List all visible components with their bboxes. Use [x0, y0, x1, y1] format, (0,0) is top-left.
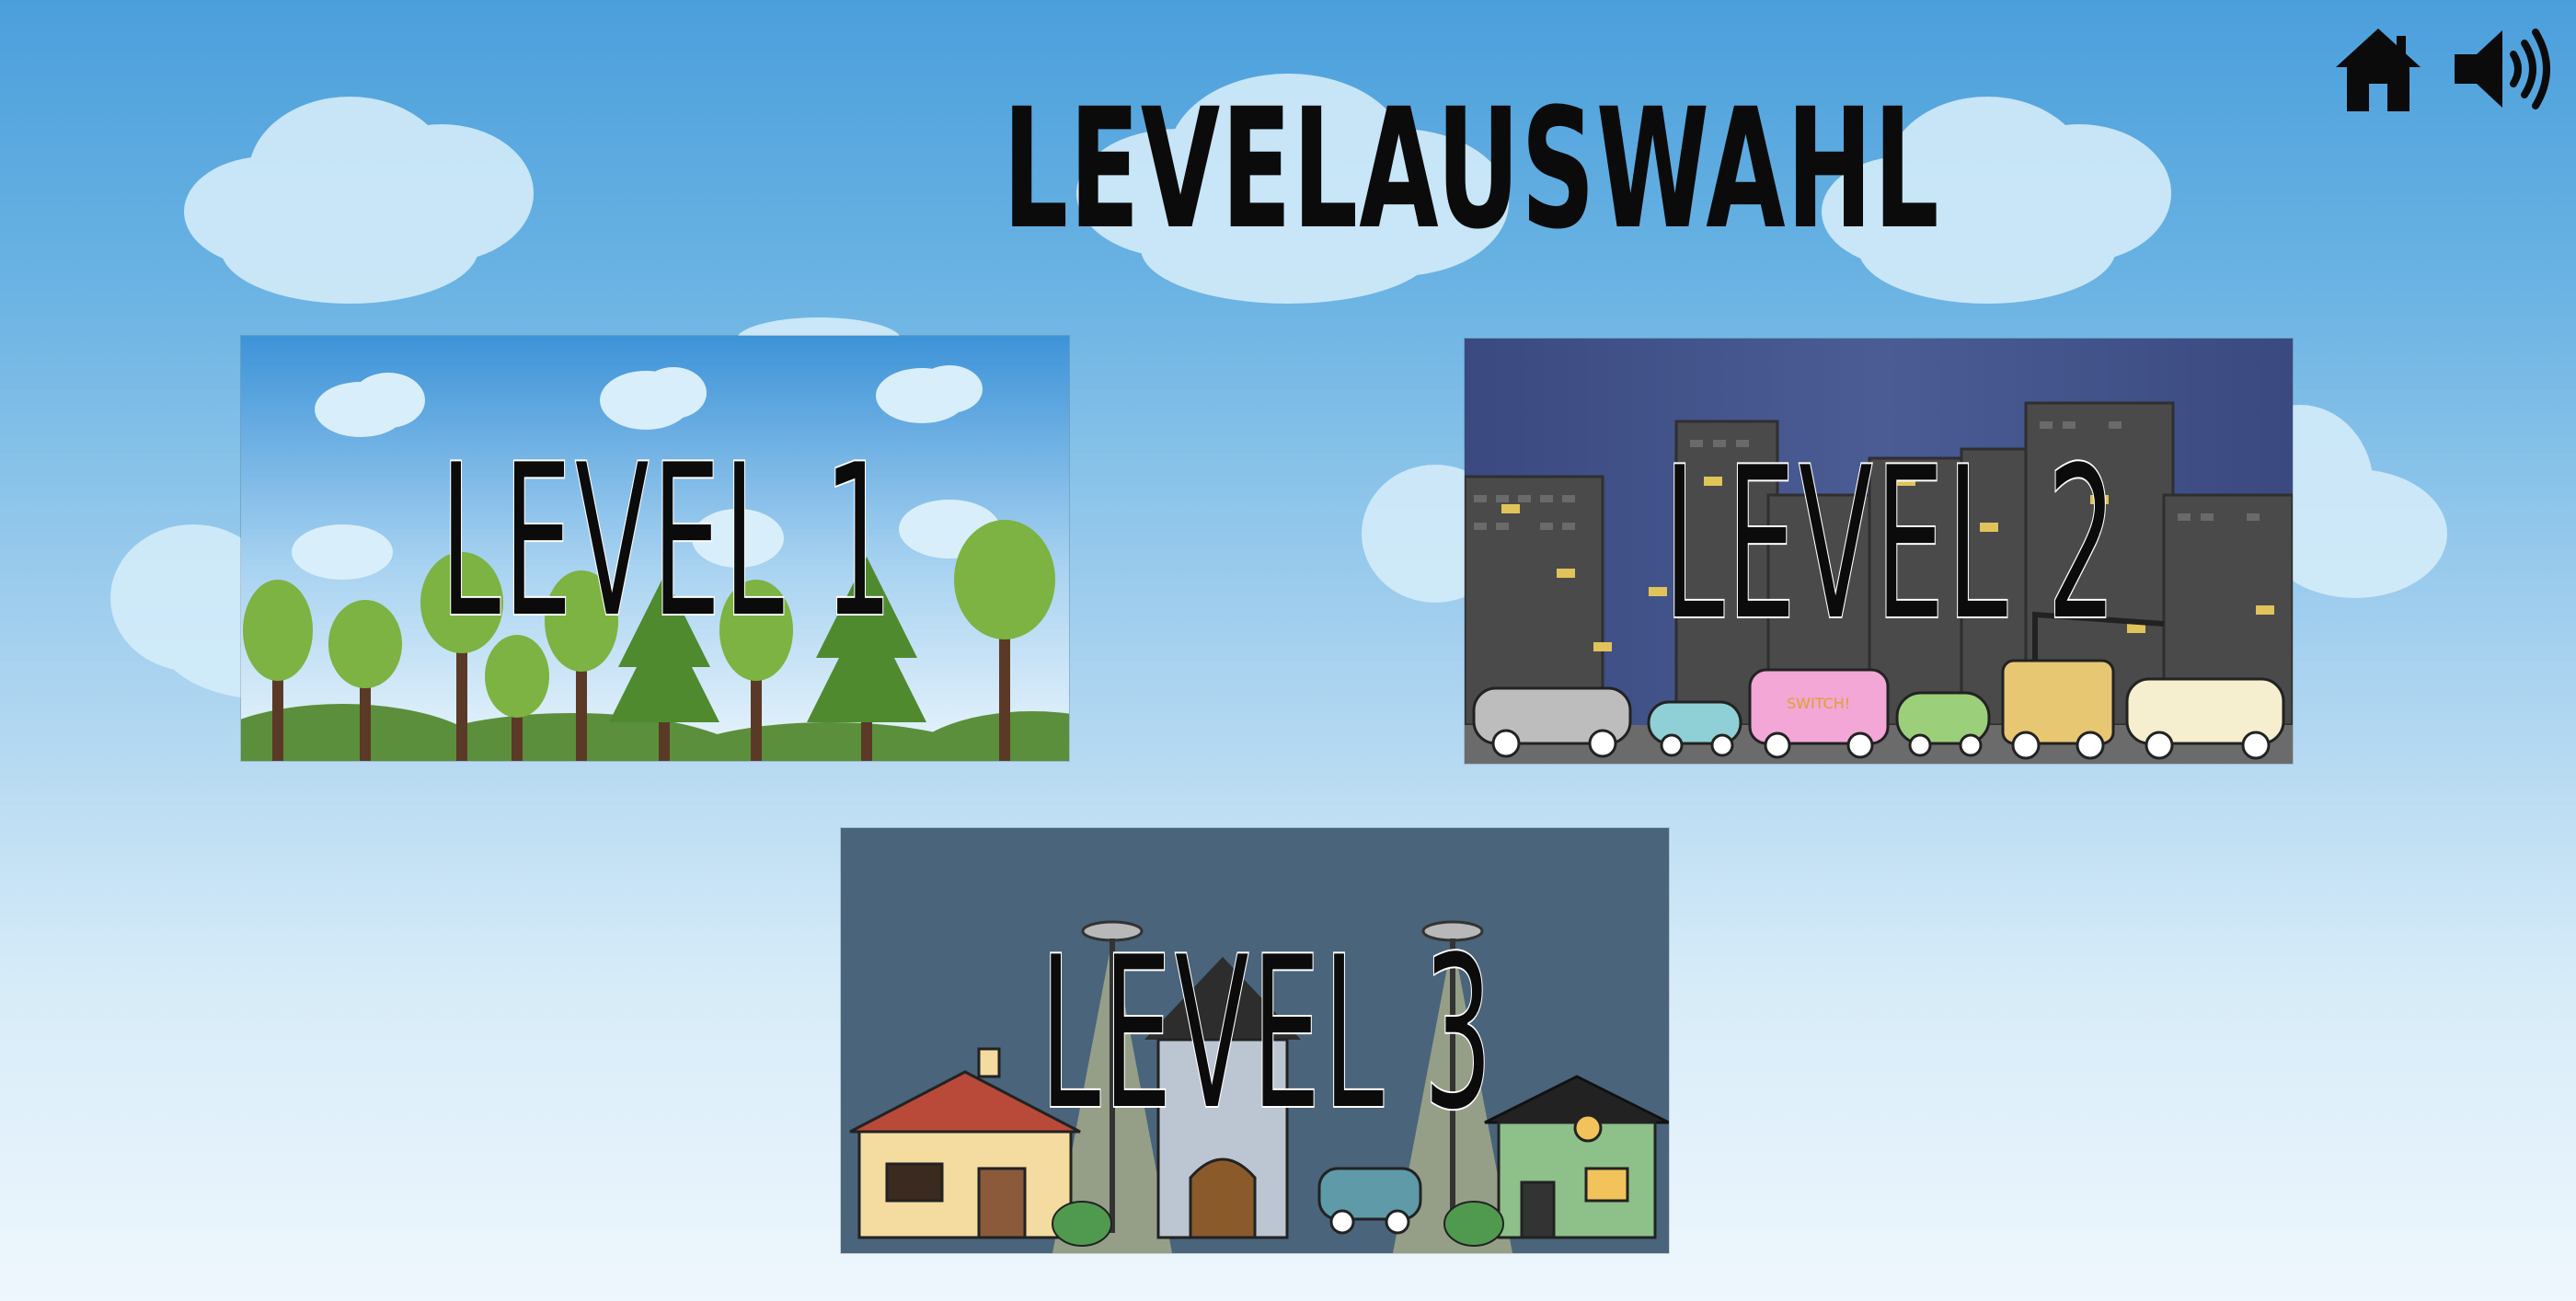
level-3-card[interactable]: LEVEL 3	[841, 828, 1669, 1253]
switch-sign-text: SWITCH!	[1787, 695, 1850, 712]
level-3-label: LEVEL 3	[1039, 912, 1495, 1157]
level-2-label: LEVEL 2	[1662, 422, 2119, 668]
level-1-card[interactable]: LEVEL 1	[241, 336, 1069, 761]
level-1-label: LEVEL 1	[439, 420, 895, 665]
game-screen: LEVELAUSWAHL LEVEL 1 SWITCH! LEVEL 2 LEV…	[0, 0, 2576, 1301]
speaker-icon	[2455, 29, 2550, 109]
top-toolbar	[2328, 18, 2550, 120]
home-icon	[2336, 29, 2421, 111]
home-button[interactable]	[2328, 18, 2429, 120]
screen-title: LEVELAUSWAHL	[1003, 74, 1940, 266]
sound-button[interactable]	[2449, 18, 2550, 120]
level-2-card[interactable]: SWITCH! LEVEL 2	[1465, 339, 2293, 764]
